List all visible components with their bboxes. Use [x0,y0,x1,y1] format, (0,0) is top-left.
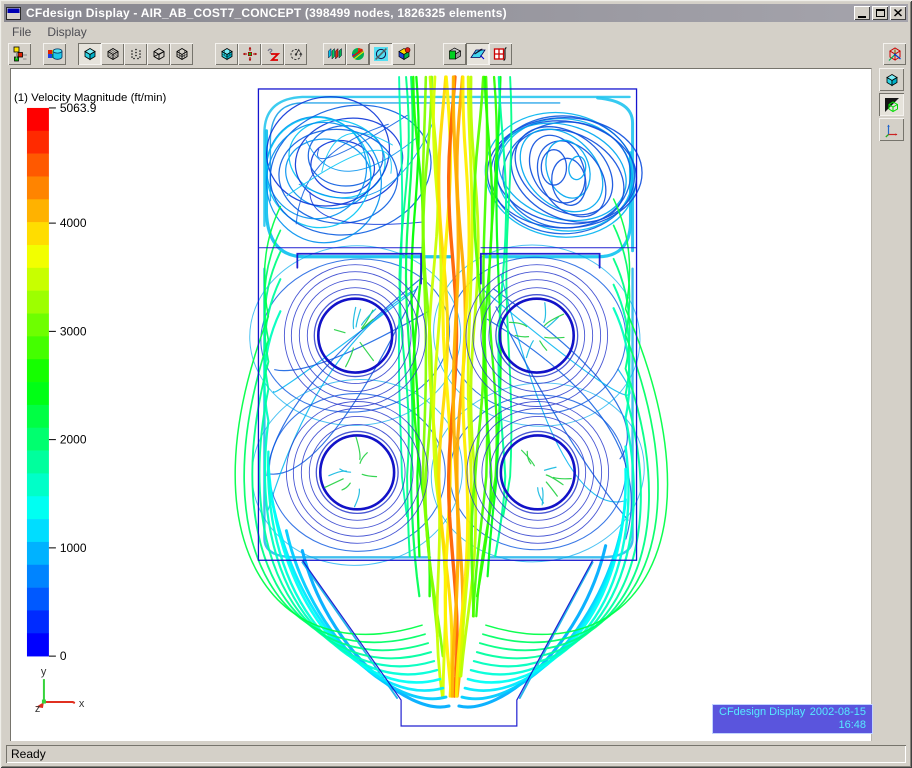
streamlines [235,77,667,707]
scale-z-icon [265,46,281,62]
app-icon [6,7,21,20]
app-window: CFdesign Display - AIR_AB_COST7_CONCEPT … [0,0,912,768]
legend-ticks: 5063.9 4000 3000 2000 1000 0 [49,101,97,663]
streamline-plot: (1) Velocity Magnitude (ft/min) 5063.940… [11,69,871,741]
x-axis-label: x [79,698,85,710]
wireframe-cube-button[interactable] [101,43,124,65]
menu-file[interactable]: File [4,24,39,40]
triad-toggle-button[interactable] [879,118,904,141]
close-icon [894,9,902,17]
x-axis [44,702,75,703]
outline-toggle-icon [884,97,900,113]
legend-tick-label: 3000 [60,324,87,338]
shaded-cube-icon [82,46,98,62]
toolbar [4,40,908,68]
open-model-button[interactable] [43,43,66,65]
scale-z-button[interactable] [261,43,284,65]
outline-view-icon [447,46,463,62]
maximize-button[interactable] [872,6,888,20]
wall-calculator-icon [493,46,509,62]
points-cube-icon [128,46,144,62]
status-text: Ready [6,745,906,763]
view-plane-icon [470,46,486,62]
toolbar-group-5 [443,43,512,65]
open-model-icon [47,46,63,62]
legend-tick-label: 5063.9 [60,101,97,115]
shaded-results-button[interactable] [346,43,369,65]
menu-display[interactable]: Display [39,24,94,40]
mesh-cube-button[interactable] [170,43,193,65]
legend-tick-label: 1000 [60,541,87,555]
triad-origin [42,700,46,704]
iso-surface-button[interactable] [392,43,415,65]
shaded-view-icon [884,72,900,88]
wireframe-cube-icon [105,46,121,62]
graphics-viewport[interactable]: (1) Velocity Magnitude (ft/min) 5063.940… [10,68,872,741]
rotate-view-button[interactable] [284,43,307,65]
view-toolbar [879,41,905,141]
colorbar [27,108,49,656]
toolbar-group-3 [215,43,307,65]
axis-triad: y x z [35,666,85,715]
fit-view-icon [242,46,258,62]
maximize-icon [876,9,885,17]
window-title: CFdesign Display - AIR_AB_COST7_CONCEPT … [26,6,507,20]
shaded-view-button[interactable] [879,68,904,91]
cutting-plane-button[interactable] [369,43,392,65]
legend-tick-label: 0 [60,649,67,663]
outline-toggle-button[interactable] [879,93,904,116]
mesh-view-icon [219,46,235,62]
legend: (1) Velocity Magnitude (ft/min) 5063.940… [14,92,166,663]
cutting-plane-icon [373,46,389,62]
hidden-line-cube-icon [151,46,167,62]
triad-toggle-icon [884,122,900,138]
z-axis-label: z [35,703,40,715]
legend-tick-label: 2000 [60,433,87,447]
title-bar[interactable]: CFdesign Display - AIR_AB_COST7_CONCEPT … [4,4,908,22]
rotate-view-icon [288,46,304,62]
toolbar-group-4 [323,43,415,65]
hidden-line-cube-button[interactable] [147,43,170,65]
fit-view-button[interactable] [238,43,261,65]
feature-tree-icon [12,46,28,62]
contour-slices-button[interactable] [323,43,346,65]
shaded-results-icon [350,46,366,62]
close-button[interactable] [890,6,906,20]
contour-slices-icon [327,46,343,62]
mesh-cube-icon [174,46,190,62]
stamp-time: 16:48 [838,719,866,731]
legend-tick-label: 4000 [60,216,87,230]
minimize-button[interactable] [854,6,870,20]
iso-surface-icon [396,46,412,62]
toolbar-group-2 [78,43,193,65]
menu-bar: File Display [4,23,908,40]
wall-calculator-button[interactable] [489,43,512,65]
stamp-date: 2002-08-15 [810,706,866,719]
toolbar-group-0 [8,43,31,65]
stamp-app-name: CFdesign Display [719,706,805,719]
minimize-icon [858,16,866,18]
shaded-cube-button[interactable] [78,43,101,65]
feature-tree-button[interactable] [8,43,31,65]
plot-stamp: CFdesign Display 2002-08-15 16:48 [712,704,873,734]
points-cube-button[interactable] [124,43,147,65]
mesh-view-button[interactable] [215,43,238,65]
status-bar: Ready [4,744,908,764]
outline-view-button[interactable] [443,43,466,65]
view-plane-button[interactable] [466,43,489,65]
toolbar-group-1 [43,43,66,65]
y-axis-label: y [41,666,47,678]
